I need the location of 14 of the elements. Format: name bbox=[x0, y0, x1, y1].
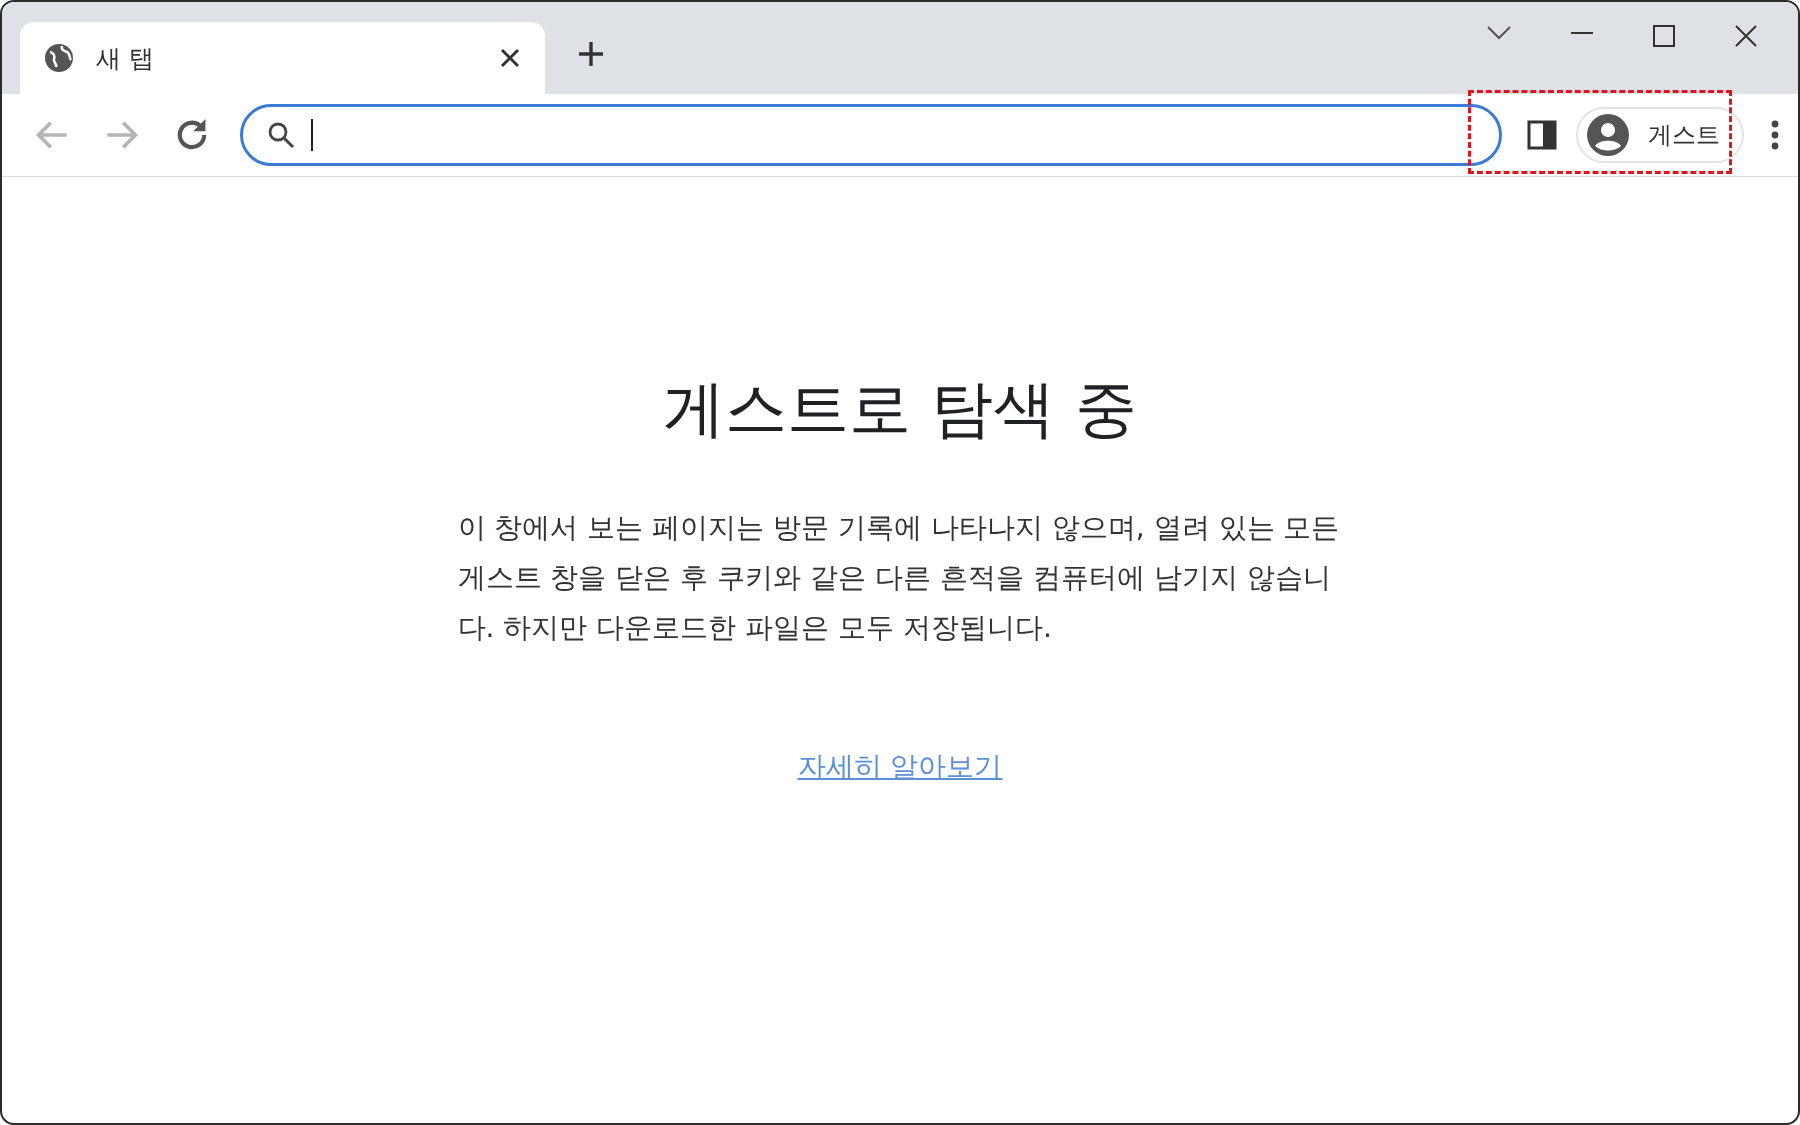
page-heading: 게스트로 탐색 중 bbox=[663, 371, 1137, 447]
chevron-down-icon[interactable] bbox=[1486, 24, 1512, 42]
description-text: 이 창에서 보는 페이지는 방문 기록에 나타나지 않으며, 열려 있는 모든 게스트 창을 닫은 후 쿠키와 같은 다른 흔적을 컴퓨터에 남기지 않습니다. 하지만 다운로드한 파일은 모두 저장됩니다. bbox=[457, 510, 1341, 646]
close-window-icon[interactable] bbox=[1734, 24, 1758, 48]
address-bar[interactable] bbox=[240, 104, 1502, 166]
close-icon[interactable] bbox=[499, 47, 521, 69]
side-panel-icon[interactable] bbox=[1526, 119, 1558, 151]
search-icon bbox=[267, 121, 295, 149]
more-menu-icon[interactable] bbox=[1770, 119, 1780, 151]
profile-chip[interactable]: 게스트 bbox=[1576, 107, 1744, 163]
browser-tab[interactable]: 새 탭 bbox=[20, 22, 545, 94]
maximize-icon[interactable] bbox=[1652, 24, 1676, 48]
avatar-icon bbox=[1586, 113, 1630, 157]
globe-icon bbox=[44, 43, 74, 73]
